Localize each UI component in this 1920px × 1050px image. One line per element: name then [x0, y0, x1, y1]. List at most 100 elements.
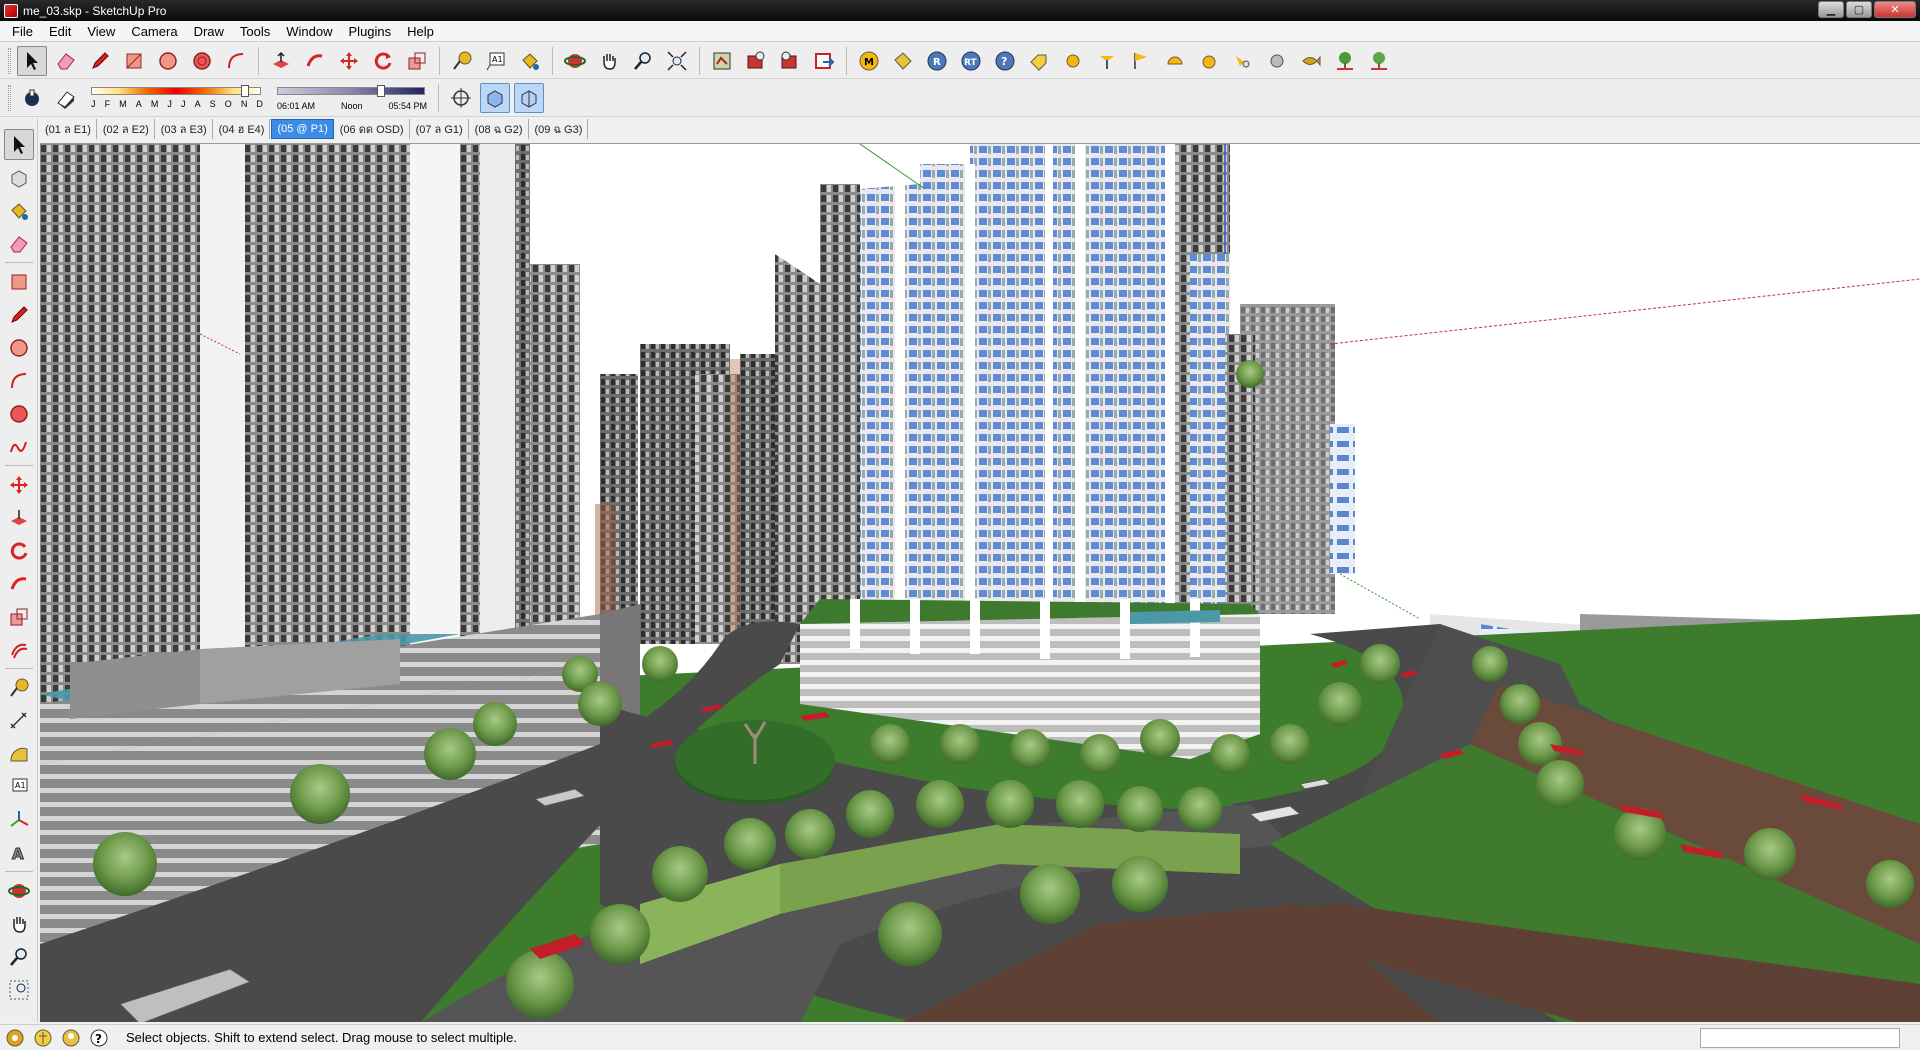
scene-tab[interactable]: (08 ฉ G2)	[470, 119, 529, 139]
pan-tool-button[interactable]	[594, 46, 624, 76]
left-make-component-button[interactable]	[4, 162, 34, 193]
left-arc-button[interactable]	[4, 365, 34, 396]
left-protractor-button[interactable]	[4, 738, 34, 769]
menu-view[interactable]: View	[79, 24, 123, 39]
section-plane-button[interactable]	[446, 83, 476, 113]
circle-tool-button[interactable]	[153, 46, 183, 76]
paint-bucket-tool-button[interactable]	[515, 46, 545, 76]
follow-me-tool-button[interactable]	[300, 46, 330, 76]
left-orbit-button[interactable]	[4, 875, 34, 906]
shadow-time-handle[interactable]	[377, 84, 385, 97]
plugin-m-button[interactable]: M	[854, 46, 884, 76]
share-component-button[interactable]	[775, 46, 805, 76]
left-pencil-button[interactable]	[4, 299, 34, 330]
pencil-tool-button[interactable]	[85, 46, 115, 76]
left-text-button[interactable]: A1	[4, 771, 34, 802]
arc-tool-button[interactable]	[221, 46, 251, 76]
get-models-button[interactable]	[707, 46, 737, 76]
plugin-halfdome-button[interactable]	[1160, 46, 1190, 76]
orbit-tool-button[interactable]	[560, 46, 590, 76]
close-button[interactable]: ✕	[1874, 1, 1916, 18]
shadow-time-slider[interactable]: 06:01 AM Noon 05:54 PM	[277, 83, 427, 113]
left-3d-text-button[interactable]: A	[4, 837, 34, 868]
plugin-sphere-button[interactable]	[1058, 46, 1088, 76]
left-rotate-button[interactable]	[4, 535, 34, 566]
display-section-planes-button[interactable]	[480, 82, 510, 113]
left-axes-button[interactable]	[4, 804, 34, 835]
menu-plugins[interactable]: Plugins	[341, 24, 400, 39]
plugin-fish-button[interactable]	[1296, 46, 1326, 76]
plugin-ball-button[interactable]	[1194, 46, 1224, 76]
left-freehand-button[interactable]	[4, 431, 34, 462]
plugin-globe-button[interactable]	[1262, 46, 1292, 76]
display-shadows-button[interactable]	[51, 83, 81, 113]
rectangle-tool-button[interactable]	[119, 46, 149, 76]
scene-tab[interactable]: (04 ฮ E4)	[214, 119, 271, 139]
menu-draw[interactable]: Draw	[186, 24, 232, 39]
move-tool-button[interactable]	[334, 46, 364, 76]
toolbar-grip[interactable]	[8, 47, 11, 74]
maximize-button[interactable]: ▢	[1846, 1, 1872, 18]
plugin-help-button[interactable]: ?	[990, 46, 1020, 76]
scene-tab[interactable]: (09 ฉ G3)	[530, 119, 589, 139]
send-to-layout-button[interactable]	[809, 46, 839, 76]
left-move-button[interactable]	[4, 469, 34, 500]
left-tape-measure-button[interactable]	[4, 672, 34, 703]
instructor-status[interactable]: ?	[88, 1027, 110, 1049]
credits-status[interactable]	[32, 1027, 54, 1049]
left-scale-button[interactable]	[4, 601, 34, 632]
left-follow-me-button[interactable]	[4, 568, 34, 599]
plugin-tree-button[interactable]	[1330, 46, 1360, 76]
minimize-button[interactable]: ▁	[1818, 1, 1844, 18]
left-eraser-button[interactable]	[4, 228, 34, 259]
share-model-button[interactable]	[741, 46, 771, 76]
menu-file[interactable]: File	[4, 24, 41, 39]
left-paint-button[interactable]	[4, 195, 34, 226]
shadow-date-slider[interactable]: J F M A M J J A S O N D	[89, 83, 265, 113]
scene-tab[interactable]: (01 ล E1)	[40, 119, 97, 139]
model-viewport[interactable]	[40, 143, 1920, 1022]
plugin-spot-button[interactable]	[1228, 46, 1258, 76]
zoom-extents-tool-button[interactable]	[662, 46, 692, 76]
plugin-tag-button[interactable]	[888, 46, 918, 76]
left-zoom-button[interactable]	[4, 941, 34, 972]
left-circle-button[interactable]	[4, 332, 34, 363]
select-tool-button[interactable]	[17, 45, 47, 76]
scene-tab[interactable]: (07 ล G1)	[411, 119, 469, 139]
plugin-light-button[interactable]	[1092, 46, 1122, 76]
left-zoom-window-button[interactable]	[4, 974, 34, 1005]
geo-location-status[interactable]	[4, 1027, 26, 1049]
plugin-flag-button[interactable]	[1126, 46, 1156, 76]
menu-edit[interactable]: Edit	[41, 24, 79, 39]
shadow-date-handle[interactable]	[241, 84, 249, 97]
scale-tool-button[interactable]	[402, 46, 432, 76]
scene-tab-active[interactable]: (05 @ P1)	[271, 119, 334, 139]
toolbar-grip[interactable]	[8, 84, 11, 111]
plugin-label-button[interactable]	[1024, 46, 1054, 76]
left-select-button[interactable]	[3, 129, 34, 160]
tape-measure-tool-button[interactable]	[447, 46, 477, 76]
plugin-r-button[interactable]: R	[922, 46, 952, 76]
zoom-tool-button[interactable]	[628, 46, 658, 76]
display-section-cuts-button[interactable]	[514, 82, 544, 113]
eraser-tool-button[interactable]	[51, 46, 81, 76]
left-polygon-button[interactable]	[4, 398, 34, 429]
menu-window[interactable]: Window	[278, 24, 340, 39]
scene-tab[interactable]: (06 ดด OSD)	[335, 119, 410, 139]
scene-tab[interactable]: (02 ล E2)	[98, 119, 155, 139]
menu-tools[interactable]: Tools	[232, 24, 278, 39]
left-push-pull-button[interactable]	[4, 502, 34, 533]
push-pull-tool-button[interactable]	[266, 46, 296, 76]
left-pan-button[interactable]	[4, 908, 34, 939]
rotate-tool-button[interactable]	[368, 46, 398, 76]
shadow-settings-button[interactable]	[17, 83, 47, 113]
scene-tab[interactable]: (03 ล E3)	[156, 119, 213, 139]
polygon-tool-button[interactable]	[187, 46, 217, 76]
plugin-rt-button[interactable]: RT	[956, 46, 986, 76]
measurements-box[interactable]	[1700, 1028, 1900, 1048]
left-rectangle-button[interactable]	[4, 266, 34, 297]
plugin-tree2-button[interactable]	[1364, 46, 1394, 76]
text-tool-button[interactable]: A1	[481, 46, 511, 76]
left-offset-button[interactable]	[4, 634, 34, 665]
menu-camera[interactable]: Camera	[123, 24, 185, 39]
